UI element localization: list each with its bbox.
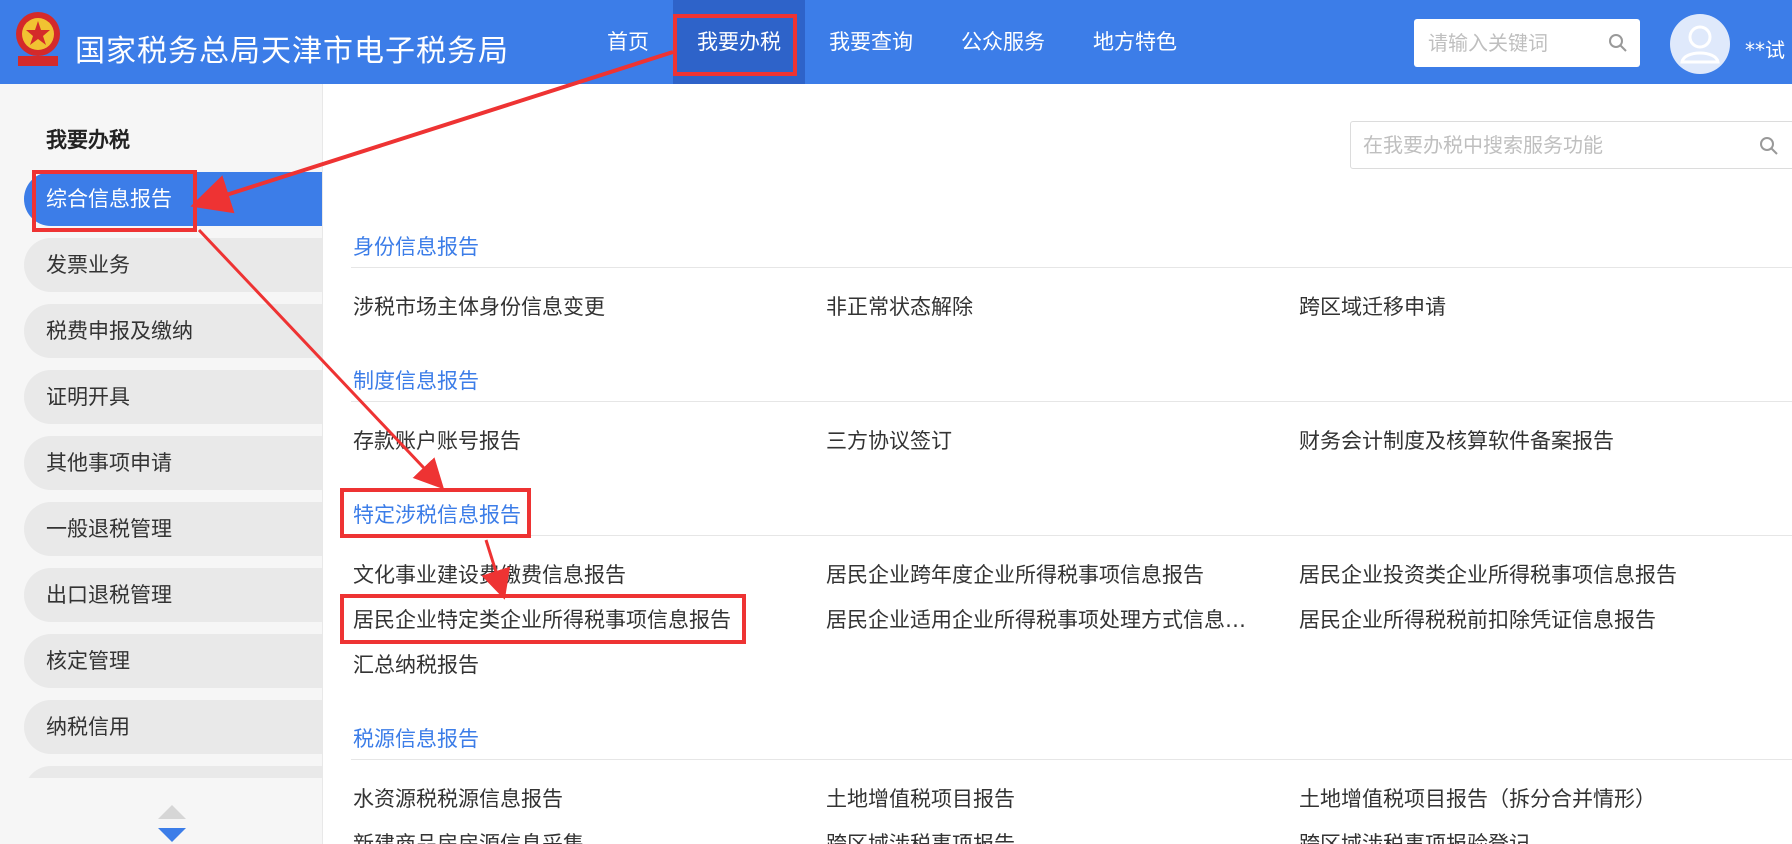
nav-local-features[interactable]: 地方特色 [1069,0,1201,84]
section-divider [351,759,1792,760]
service-link[interactable]: 三方协议签订 [826,425,952,455]
main-content: 身份信息报告 涉税市场主体身份信息变更 非正常状态解除 跨区域迁移申请 制度信息… [323,84,1792,844]
nav-tax-handling[interactable]: 我要办税 [673,0,805,84]
service-link[interactable]: 新建商品房房源信息采集 [353,828,584,844]
sidebar-item-assessment[interactable]: 核定管理 [24,634,322,688]
sidebar-item-declaration-payment[interactable]: 税费申报及缴纳 [24,304,322,358]
service-link[interactable]: 跨区域涉税事项报告 [826,828,1015,844]
section-divider [351,535,1792,536]
main-nav: 首页 我要办税 我要查询 公众服务 地方特色 [583,0,1201,84]
service-link[interactable]: 财务会计制度及核算软件备案报告 [1299,425,1614,455]
service-link[interactable]: 居民企业跨年度企业所得税事项信息报告 [826,559,1204,589]
service-link-specific-enterprise-income-tax[interactable]: 居民企业特定类企业所得税事项信息报告 [353,604,731,634]
nav-public-service[interactable]: 公众服务 [937,0,1069,84]
sidebar-title: 我要办税 [46,128,130,152]
service-link[interactable]: 土地增值税项目报告 [826,783,1015,813]
sidebar-item-certificate[interactable]: 证明开具 [24,370,322,424]
nav-query[interactable]: 我要查询 [805,0,937,84]
search-icon[interactable] [1608,33,1628,57]
service-link[interactable]: 居民企业适用企业所得税事项处理方式信息报... [826,604,1266,634]
service-link[interactable]: 涉税市场主体身份信息变更 [353,291,605,321]
sidebar-scroll-controls [158,804,186,844]
user-name[interactable]: **试 [1745,34,1785,63]
service-link[interactable]: 居民企业投资类企业所得税事项信息报告 [1299,559,1677,589]
sidebar-item-export-refund[interactable]: 出口退税管理 [24,568,322,622]
service-search-box [1350,121,1792,169]
sidebar: 我要办税 综合信息报告 发票业务 税费申报及缴纳 证明开具 其他事项申请 一般退… [0,84,323,844]
section-divider [351,267,1792,268]
service-link[interactable]: 跨区域涉税事项报验登记 [1299,828,1530,844]
section-divider [351,401,1792,402]
top-search-input[interactable] [1414,19,1594,67]
service-link[interactable]: 土地增值税项目报告（拆分合并情形） [1299,783,1656,813]
sidebar-item-invoice[interactable]: 发票业务 [24,238,322,292]
service-link[interactable]: 水资源税税源信息报告 [353,783,563,813]
section-title-tax-source: 税源信息报告 [353,727,479,751]
service-link[interactable]: 跨区域迁移申请 [1299,291,1446,321]
user-avatar-icon[interactable] [1670,14,1730,74]
scroll-down-icon[interactable] [158,827,186,844]
top-header: 国家税务总局天津市电子税务局 首页 我要办税 我要查询 公众服务 地方特色 **… [0,0,1792,84]
service-link[interactable]: 居民企业所得税税前扣除凭证信息报告 [1299,604,1656,634]
service-link[interactable]: 存款账户账号报告 [353,425,521,455]
sidebar-list: 综合信息报告 发票业务 税费申报及缴纳 证明开具 其他事项申请 一般退税管理 出… [24,172,322,832]
section-title-identity: 身份信息报告 [353,235,479,259]
sidebar-item-general-refund[interactable]: 一般退税管理 [24,502,322,556]
section-title-specific-tax: 特定涉税信息报告 [353,503,521,527]
search-icon[interactable] [1759,136,1779,160]
service-link[interactable]: 文化事业建设费缴费信息报告 [353,559,626,589]
top-search-box [1414,19,1640,67]
sidebar-item-tax-credit[interactable]: 纳税信用 [24,700,322,754]
section-title-system: 制度信息报告 [353,369,479,393]
site-title: 国家税务总局天津市电子税务局 [75,34,509,69]
nav-home[interactable]: 首页 [583,0,673,84]
national-emblem-logo[interactable] [12,10,64,72]
sidebar-item-comprehensive-report[interactable]: 综合信息报告 [24,172,322,226]
sidebar-item-other-applications[interactable]: 其他事项申请 [24,436,322,490]
scroll-up-icon[interactable] [158,804,186,823]
service-link[interactable]: 非正常状态解除 [826,291,973,321]
service-link[interactable]: 汇总纳税报告 [353,649,479,679]
service-search-input[interactable] [1351,122,1751,168]
